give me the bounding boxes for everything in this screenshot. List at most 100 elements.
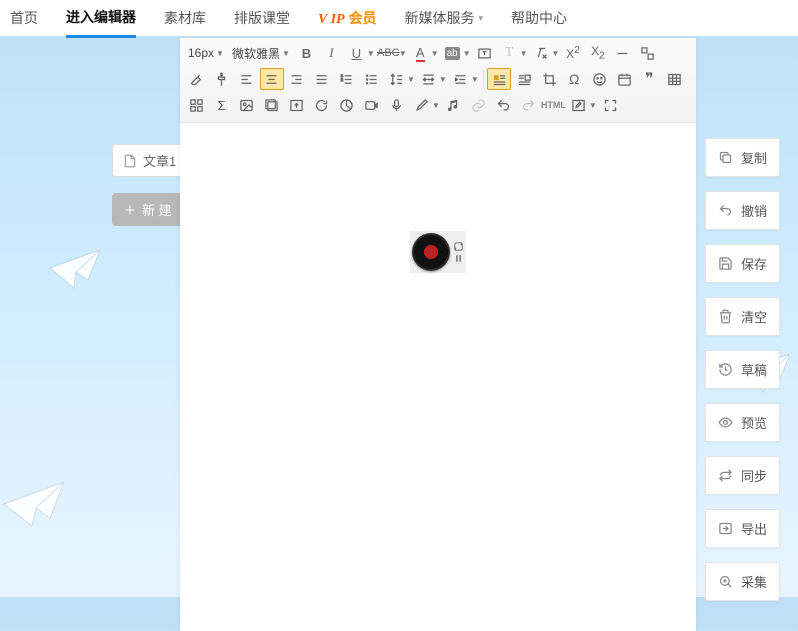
right-action-rail: 复制 撤销 保存 清空 草稿 预览 同步 导出 (705, 138, 780, 601)
video-button[interactable] (360, 94, 384, 116)
nav-materials[interactable]: 素材库 (164, 0, 206, 36)
svg-text:2: 2 (341, 77, 343, 81)
plus-icon (124, 204, 136, 216)
draft-button[interactable]: 草稿 (705, 350, 780, 389)
undo-button[interactable] (491, 94, 515, 116)
clear-button[interactable]: 清空 (705, 297, 780, 336)
collect-button[interactable]: 采集 (705, 562, 780, 601)
html-source-button[interactable]: HTML (541, 94, 565, 116)
font-size-select[interactable]: 16px▼ (184, 44, 228, 62)
dropdown-caret[interactable]: ▼ (552, 49, 560, 58)
indent-button[interactable] (448, 68, 472, 90)
float-left-button[interactable] (487, 68, 511, 90)
date-button[interactable] (612, 68, 636, 90)
audio-widget[interactable] (410, 231, 466, 273)
dropdown-caret[interactable]: ▼ (432, 101, 440, 110)
line-height-button[interactable] (385, 68, 409, 90)
table-button[interactable] (662, 68, 686, 90)
refresh-button[interactable] (310, 94, 334, 116)
underline-button[interactable]: U (344, 42, 368, 64)
grid-button[interactable] (185, 94, 209, 116)
nav-newmedia[interactable]: 新媒体服务▾ (404, 0, 483, 36)
unordered-list-button[interactable] (360, 68, 384, 90)
dropdown-caret[interactable]: ▼ (407, 75, 415, 84)
upload-button[interactable] (285, 94, 309, 116)
font-color-button[interactable]: A (408, 42, 432, 64)
clear-format-button[interactable] (529, 42, 553, 64)
magnify-plus-icon (718, 574, 733, 589)
sync-icon (718, 468, 733, 483)
fullscreen-button[interactable] (598, 94, 622, 116)
font-family-select[interactable]: 微软雅黑▼ (228, 43, 294, 64)
top-nav: 首页 进入编辑器 素材库 排版课堂 V IP 会员 新媒体服务▾ 帮助中心 (0, 0, 798, 36)
strikethrough-button[interactable]: ABC (376, 42, 400, 64)
new-document-button[interactable]: 新 建 (112, 193, 184, 226)
sigma-button[interactable]: Σ (210, 94, 234, 116)
edit-button[interactable] (566, 94, 590, 116)
sync-button[interactable]: 同步 (705, 456, 780, 495)
nav-home[interactable]: 首页 (10, 0, 38, 36)
history-icon (718, 362, 733, 377)
image-button[interactable] (235, 94, 259, 116)
document-tab-label: 文章1 (143, 151, 176, 170)
dropdown-caret[interactable]: ▼ (589, 101, 597, 110)
format-painter-button[interactable] (210, 68, 234, 90)
nav-editor[interactable]: 进入编辑器 (66, 0, 136, 38)
save-button[interactable]: 保存 (705, 244, 780, 283)
eye-icon (718, 415, 733, 430)
vinyl-disc-icon (412, 233, 450, 271)
align-right-button[interactable] (285, 68, 309, 90)
omega-button[interactable]: Ω (562, 68, 586, 90)
nav-layout-class[interactable]: 排版课堂 (234, 0, 290, 36)
file-icon (123, 154, 137, 168)
dropdown-caret[interactable]: ▼ (367, 49, 375, 58)
text-box-button[interactable] (472, 42, 496, 64)
dropdown-caret[interactable]: ▼ (431, 49, 439, 58)
superscript-button[interactable]: X2 (561, 42, 585, 64)
microphone-button[interactable] (385, 94, 409, 116)
ordered-list-button[interactable]: 12 (335, 68, 359, 90)
editor-toolbar: 16px▼ 微软雅黑▼ B I U▼ ABC▼ A▼ ab▼ T▼ ▼ X2 X… (180, 38, 696, 123)
align-left-button[interactable] (235, 68, 259, 90)
toggle-button[interactable] (636, 42, 660, 64)
bold-button[interactable]: B (294, 42, 318, 64)
horizontal-rule-button[interactable] (611, 42, 635, 64)
music-button[interactable] (441, 94, 465, 116)
undo-arrow-icon (718, 203, 733, 218)
loop-icon (453, 241, 464, 252)
text-style-button[interactable]: T (497, 42, 521, 64)
undo-action-button[interactable]: 撤销 (705, 191, 780, 230)
redo-button[interactable] (516, 94, 540, 116)
dropdown-caret[interactable]: ▼ (463, 49, 471, 58)
export-icon (718, 521, 733, 536)
multi-image-button[interactable] (260, 94, 284, 116)
copy-icon (718, 150, 733, 165)
float-right-button[interactable] (512, 68, 536, 90)
trash-icon (718, 309, 733, 324)
quote-button[interactable]: ❞ (637, 68, 661, 90)
highlight-button[interactable]: ab (440, 42, 464, 64)
chart-button[interactable] (335, 94, 359, 116)
link-button[interactable] (466, 94, 490, 116)
export-button[interactable]: 导出 (705, 509, 780, 548)
dropdown-caret[interactable]: ▼ (520, 49, 528, 58)
italic-button[interactable]: I (319, 42, 343, 64)
left-rail: 文章1 新 建 (112, 144, 187, 226)
dropdown-caret[interactable]: ▼ (439, 75, 447, 84)
emoji-button[interactable] (587, 68, 611, 90)
dropdown-caret[interactable]: ▼ (399, 49, 407, 58)
eraser-button[interactable] (185, 68, 209, 90)
dropdown-caret[interactable]: ▼ (471, 75, 479, 84)
copy-button[interactable]: 复制 (705, 138, 780, 177)
align-justify-button[interactable] (310, 68, 334, 90)
letter-spacing-button[interactable] (416, 68, 440, 90)
editor-canvas[interactable] (180, 123, 696, 631)
document-tab[interactable]: 文章1 (112, 144, 187, 177)
preview-button[interactable]: 预览 (705, 403, 780, 442)
crop-button[interactable] (537, 68, 561, 90)
brush-button[interactable] (410, 94, 434, 116)
align-center-button[interactable] (260, 68, 284, 90)
nav-help[interactable]: 帮助中心 (511, 0, 567, 36)
nav-vip[interactable]: V IP 会员 (318, 0, 376, 36)
subscript-button[interactable]: X2 (586, 42, 610, 64)
